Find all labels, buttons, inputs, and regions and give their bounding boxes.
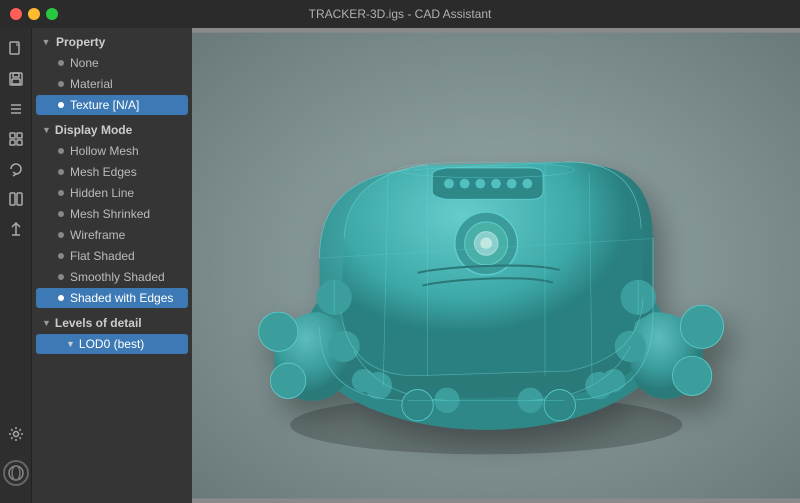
tree-item-texture[interactable]: Texture [N/A] bbox=[36, 95, 188, 115]
material-label: Material bbox=[70, 77, 113, 91]
rotate-icon[interactable] bbox=[3, 156, 29, 182]
settings-icon[interactable] bbox=[3, 421, 29, 447]
minimize-button[interactable] bbox=[28, 8, 40, 20]
property-section: ▼ Property None Material Texture [N/A] bbox=[32, 32, 192, 115]
lod0-chevron: ▼ bbox=[66, 339, 75, 349]
arrow-icon[interactable] bbox=[3, 216, 29, 242]
tree-item-material[interactable]: Material bbox=[36, 74, 188, 94]
texture-label: Texture [N/A] bbox=[70, 98, 139, 112]
dot-texture bbox=[58, 102, 64, 108]
main-layout: ▼ Property None Material Texture [N/A] ▼… bbox=[0, 28, 800, 503]
dot-mesh-edges bbox=[58, 169, 64, 175]
dot-hollow bbox=[58, 148, 64, 154]
property-label: Property bbox=[56, 35, 105, 49]
smoothly-shaded-label: Smoothly Shaded bbox=[70, 270, 165, 284]
tree-item-shaded-edges[interactable]: Shaded with Edges bbox=[36, 288, 188, 308]
tree-item-mesh-shrinked[interactable]: Mesh Shrinked bbox=[36, 204, 188, 224]
dot-hidden-line bbox=[58, 190, 64, 196]
left-toolbar bbox=[0, 28, 32, 503]
window-title: TRACKER-3D.igs - CAD Assistant bbox=[309, 7, 492, 21]
dot-material bbox=[58, 81, 64, 87]
display-mode-chevron: ▼ bbox=[42, 125, 51, 135]
dot-smoothly-shaded bbox=[58, 274, 64, 280]
title-bar: TRACKER-3D.igs - CAD Assistant bbox=[0, 0, 800, 28]
dot-shaded-edges bbox=[58, 295, 64, 301]
lod-chevron: ▼ bbox=[42, 318, 51, 328]
tree-item-hidden-line[interactable]: Hidden Line bbox=[36, 183, 188, 203]
logo-area bbox=[0, 451, 34, 495]
mesh-shrinked-label: Mesh Shrinked bbox=[70, 207, 150, 221]
traffic-lights[interactable] bbox=[10, 8, 58, 20]
flat-shaded-label: Flat Shaded bbox=[70, 249, 135, 263]
property-chevron: ▼ bbox=[40, 36, 52, 48]
tree-item-hollow-mesh[interactable]: Hollow Mesh bbox=[36, 141, 188, 161]
hollow-mesh-label: Hollow Mesh bbox=[70, 144, 139, 158]
lod-section: ▼ Levels of detail ▼ LOD0 (best) bbox=[32, 312, 192, 354]
dot-mesh-shrinked bbox=[58, 211, 64, 217]
tree-item-lod0[interactable]: ▼ LOD0 (best) bbox=[36, 334, 188, 354]
side-panel: ▼ Property None Material Texture [N/A] ▼… bbox=[32, 28, 192, 503]
toolbar-bottom bbox=[0, 421, 34, 495]
display-mode-section: ▼ Display Mode Hollow Mesh Mesh Edges Hi… bbox=[32, 119, 192, 308]
opencascade-logo-icon bbox=[2, 459, 30, 487]
tree-item-mesh-edges[interactable]: Mesh Edges bbox=[36, 162, 188, 182]
hidden-line-label: Hidden Line bbox=[70, 186, 134, 200]
tree-item-wireframe[interactable]: Wireframe bbox=[36, 225, 188, 245]
split-icon[interactable] bbox=[3, 186, 29, 212]
save-icon[interactable] bbox=[3, 66, 29, 92]
model-canvas bbox=[192, 28, 800, 503]
tree-item-flat-shaded[interactable]: Flat Shaded bbox=[36, 246, 188, 266]
lod-label: Levels of detail bbox=[55, 316, 142, 330]
display-mode-header[interactable]: ▼ Display Mode bbox=[32, 119, 192, 140]
list-icon[interactable] bbox=[3, 96, 29, 122]
close-button[interactable] bbox=[10, 8, 22, 20]
lod0-label: LOD0 (best) bbox=[79, 337, 144, 351]
lod-header[interactable]: ▼ Levels of detail bbox=[32, 312, 192, 333]
tree-item-smoothly-shaded[interactable]: Smoothly Shaded bbox=[36, 267, 188, 287]
none-label: None bbox=[70, 56, 99, 70]
inspect-icon[interactable] bbox=[3, 126, 29, 152]
display-mode-label: Display Mode bbox=[55, 123, 132, 137]
maximize-button[interactable] bbox=[46, 8, 58, 20]
mesh-edges-label: Mesh Edges bbox=[70, 165, 137, 179]
file-icon[interactable] bbox=[3, 36, 29, 62]
dot-none bbox=[58, 60, 64, 66]
viewport[interactable] bbox=[192, 28, 800, 503]
wireframe-label: Wireframe bbox=[70, 228, 125, 242]
property-section-header[interactable]: ▼ Property bbox=[32, 32, 192, 52]
dot-flat-shaded bbox=[58, 253, 64, 259]
dot-wireframe bbox=[58, 232, 64, 238]
shaded-edges-label: Shaded with Edges bbox=[70, 291, 173, 305]
tree-item-none[interactable]: None bbox=[36, 53, 188, 73]
